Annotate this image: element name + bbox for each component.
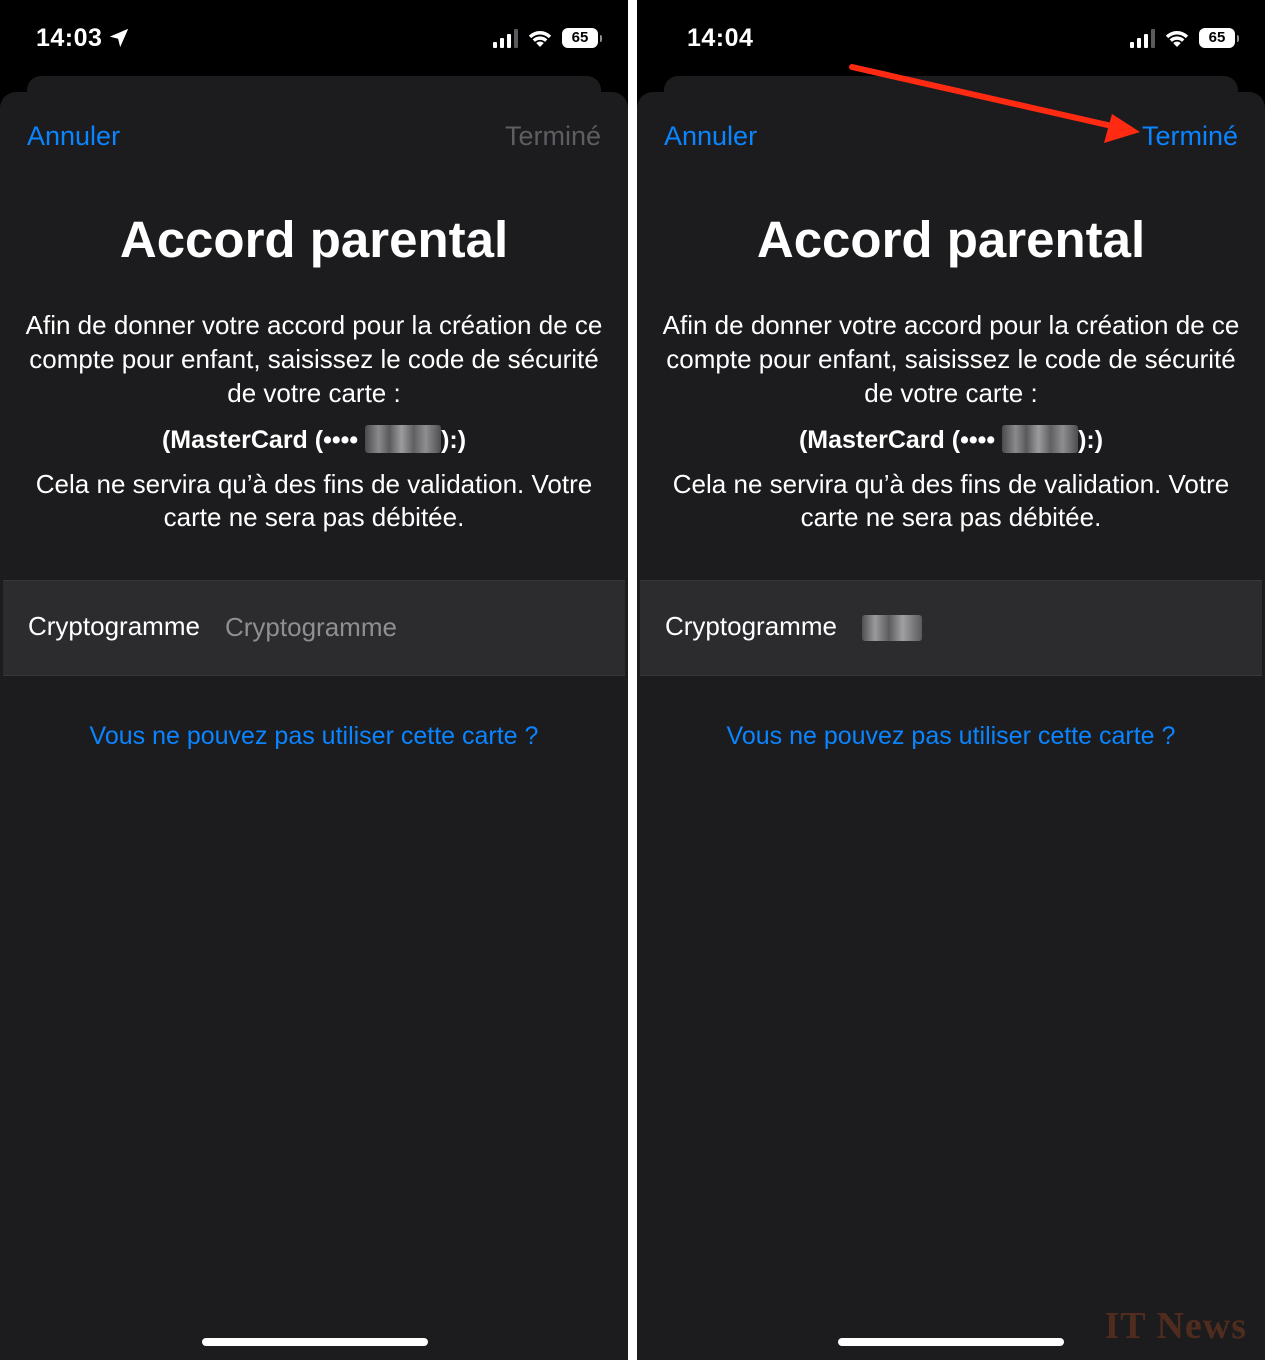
done-button[interactable]: Terminé xyxy=(1142,121,1238,152)
home-indicator xyxy=(838,1338,1064,1346)
validation-note: Cela ne servira qu’à des fins de validat… xyxy=(672,469,1230,532)
security-code-input[interactable] xyxy=(225,599,605,655)
status-bar-time: 14:03 xyxy=(36,24,130,53)
security-code-input-filled[interactable] xyxy=(862,615,922,641)
battery-icon: 65 xyxy=(562,28,602,48)
cannot-use-card-link[interactable]: Vous ne pouvez pas utiliser cette carte … xyxy=(637,722,1265,751)
page-title: Accord parental xyxy=(756,211,1146,268)
page-title: Accord parental xyxy=(119,211,509,268)
card-prefix: (MasterCard (•••• xyxy=(798,426,996,454)
cellular-signal-icon xyxy=(493,28,518,48)
security-code-label: Cryptogramme xyxy=(28,611,200,641)
cancel-button[interactable]: Annuler xyxy=(27,121,120,152)
description-text: Afin de donner votre accord pour la créa… xyxy=(25,310,603,408)
validation-note: Cela ne servira qu’à des fins de validat… xyxy=(35,469,593,532)
status-bar-indicators: 65 xyxy=(1130,28,1239,48)
cancel-button[interactable]: Annuler xyxy=(664,121,757,152)
cannot-use-card-link[interactable]: Vous ne pouvez pas utiliser cette carte … xyxy=(0,722,628,751)
wifi-icon xyxy=(1165,31,1189,47)
done-button-disabled[interactable]: Terminé xyxy=(505,121,601,152)
phone-screen-right: 14:04 65 Annuler Terminé Accord parental… xyxy=(637,0,1265,1360)
status-bar-indicators: 65 xyxy=(493,28,602,48)
description-text: Afin de donner votre accord pour la créa… xyxy=(662,310,1240,408)
card-prefix: (MasterCard (•••• xyxy=(161,426,359,454)
blurred-card-digits xyxy=(1002,425,1079,453)
status-bar-time: 14:04 xyxy=(687,24,754,52)
home-indicator xyxy=(202,1338,428,1346)
card-info: (MasterCard (•••• ):) xyxy=(637,423,1265,457)
security-code-row: Cryptogramme xyxy=(3,580,625,676)
watermark-logo: IT News xyxy=(1104,1305,1247,1347)
wifi-icon xyxy=(528,31,552,47)
cellular-signal-icon xyxy=(1130,28,1155,48)
card-suffix: ):) xyxy=(1078,426,1104,454)
blurred-card-digits xyxy=(365,425,442,453)
security-code-row: Cryptogramme xyxy=(640,580,1262,676)
card-suffix: ):) xyxy=(441,426,467,454)
card-info: (MasterCard (•••• ):) xyxy=(0,423,628,457)
location-arrow-icon xyxy=(110,28,129,48)
phone-screen-left: 14:03 65 Annuler Terminé Accord parental… xyxy=(0,0,628,1360)
security-code-label: Cryptogramme xyxy=(665,611,837,641)
battery-icon: 65 xyxy=(1199,28,1239,48)
